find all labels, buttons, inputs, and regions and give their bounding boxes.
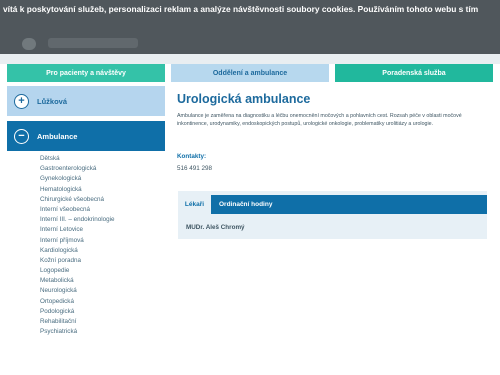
tab-pro-pacienty[interactable]: Pro pacienty a návštěvy — [7, 64, 165, 82]
sidebar-item-label: Lůžková — [37, 96, 68, 106]
submenu-item[interactable]: Kardiologická — [40, 247, 165, 257]
ambulance-submenu: Dětská Gastroenterologická Gynekologická… — [40, 155, 165, 338]
submenu-item[interactable]: Interní Letovice — [40, 226, 165, 236]
submenu-item[interactable]: Rehabilitační — [40, 318, 165, 328]
plus-icon: + — [14, 93, 29, 109]
submenu-item[interactable]: Chirurgické všeobecná — [40, 196, 165, 206]
submenu-item[interactable]: Metabolická — [40, 277, 165, 287]
submenu-item[interactable]: Interní všeobecná — [40, 206, 165, 216]
doctor-name: MUDr. Aleš Chromý — [186, 224, 245, 231]
tab-lekari[interactable]: Lékaři — [178, 195, 211, 214]
tab-oddeleni-ambulance[interactable]: Oddělení a ambulance — [171, 64, 329, 82]
submenu-item[interactable]: Psychiatrická — [40, 328, 165, 338]
page-title: Urologická ambulance — [177, 92, 311, 106]
submenu-item[interactable]: Kožní poradna — [40, 257, 165, 267]
sidebar-item-label: Ambulance — [37, 131, 78, 141]
minus-icon: − — [14, 128, 29, 144]
submenu-item[interactable]: Podologická — [40, 308, 165, 318]
header-strip — [0, 54, 500, 64]
contacts-label: Kontakty: — [177, 153, 207, 160]
submenu-item[interactable]: Gastroenterologická — [40, 165, 165, 175]
submenu-item[interactable]: Interní příjmová — [40, 237, 165, 247]
submenu-item[interactable]: Logopedie — [40, 267, 165, 277]
submenu-item[interactable]: Ortopedická — [40, 298, 165, 308]
logo-text-shape — [48, 38, 138, 48]
submenu-item[interactable]: Dětská — [40, 155, 165, 165]
contacts-phone: 516 491 298 — [177, 165, 213, 172]
cookie-text: vítá k poskytování služeb, personalizaci… — [3, 4, 479, 14]
tab-poradenska-sluzba[interactable]: Poradenská služba — [335, 64, 493, 82]
cookie-bar: vítá k poskytování služeb, personalizaci… — [0, 0, 500, 54]
sidebar-item-luzkova[interactable]: + Lůžková — [7, 86, 165, 116]
submenu-item[interactable]: Hematologická — [40, 186, 165, 196]
submenu-item[interactable]: Interní III. – endokrinologie — [40, 216, 165, 226]
sidebar-item-ambulance[interactable]: − Ambulance — [7, 121, 165, 151]
submenu-item[interactable]: Neurologická — [40, 287, 165, 297]
logo-icon — [22, 38, 36, 50]
page-description: Ambulance je zaměřena na diagnostiku a l… — [177, 113, 462, 127]
tab-ordinacni-hodiny[interactable]: Ordinační hodiny — [211, 195, 487, 214]
submenu-item[interactable]: Gynekologická — [40, 175, 165, 185]
